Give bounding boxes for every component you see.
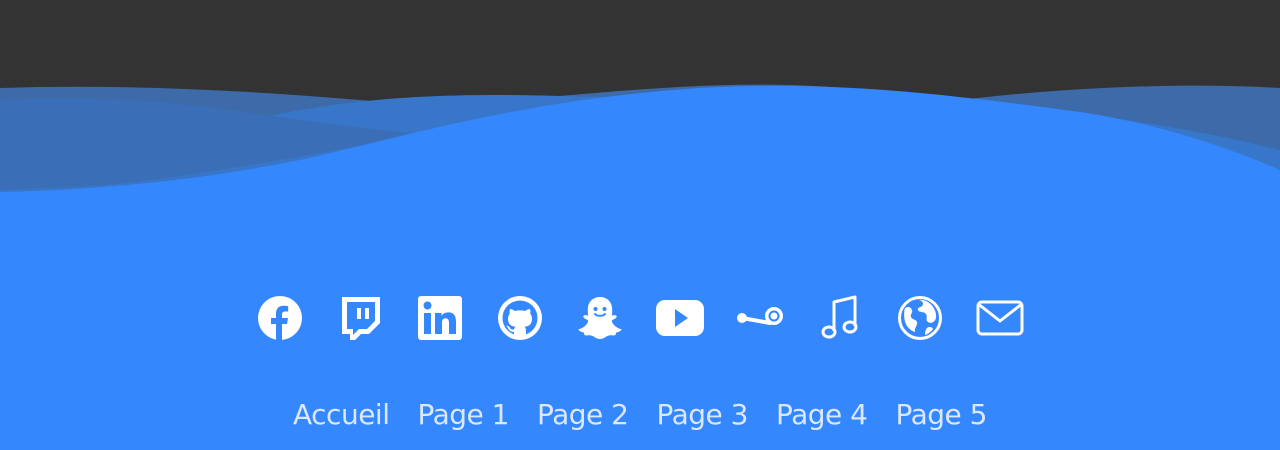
globe-link[interactable] bbox=[880, 293, 960, 343]
footer-page: Accueil Page 1 Page 2 Page 3 Page 4 Page… bbox=[0, 0, 1280, 450]
snapchat-icon bbox=[578, 297, 622, 339]
music-link[interactable] bbox=[800, 293, 880, 343]
linkedin-icon bbox=[418, 296, 462, 340]
social-icons-row bbox=[0, 293, 1280, 343]
youtube-link[interactable] bbox=[640, 293, 720, 343]
globe-icon bbox=[898, 296, 942, 340]
github-link[interactable] bbox=[480, 293, 560, 343]
nav-link-page-5[interactable]: Page 5 bbox=[895, 395, 987, 435]
linkedin-link[interactable] bbox=[400, 293, 480, 343]
wave-background bbox=[0, 84, 1280, 450]
youtube-icon bbox=[656, 300, 704, 336]
snapchat-link[interactable] bbox=[560, 293, 640, 343]
nav-link-page-1[interactable]: Page 1 bbox=[417, 395, 509, 435]
twitch-icon bbox=[342, 297, 380, 340]
steam-icon bbox=[737, 307, 783, 325]
footer-nav: Accueil Page 1 Page 2 Page 3 Page 4 Page… bbox=[0, 395, 1280, 435]
mail-link[interactable] bbox=[960, 293, 1040, 343]
twitch-link[interactable] bbox=[320, 293, 400, 343]
nav-link-page-2[interactable]: Page 2 bbox=[537, 395, 629, 435]
facebook-icon bbox=[258, 296, 302, 341]
steam-link[interactable] bbox=[720, 293, 800, 343]
facebook-link[interactable] bbox=[240, 293, 320, 343]
nav-link-accueil[interactable]: Accueil bbox=[293, 395, 390, 435]
mail-icon bbox=[976, 300, 1024, 336]
nav-link-page-3[interactable]: Page 3 bbox=[656, 395, 748, 435]
nav-link-page-4[interactable]: Page 4 bbox=[776, 395, 868, 435]
github-icon bbox=[498, 296, 542, 340]
music-note-icon bbox=[821, 295, 858, 339]
